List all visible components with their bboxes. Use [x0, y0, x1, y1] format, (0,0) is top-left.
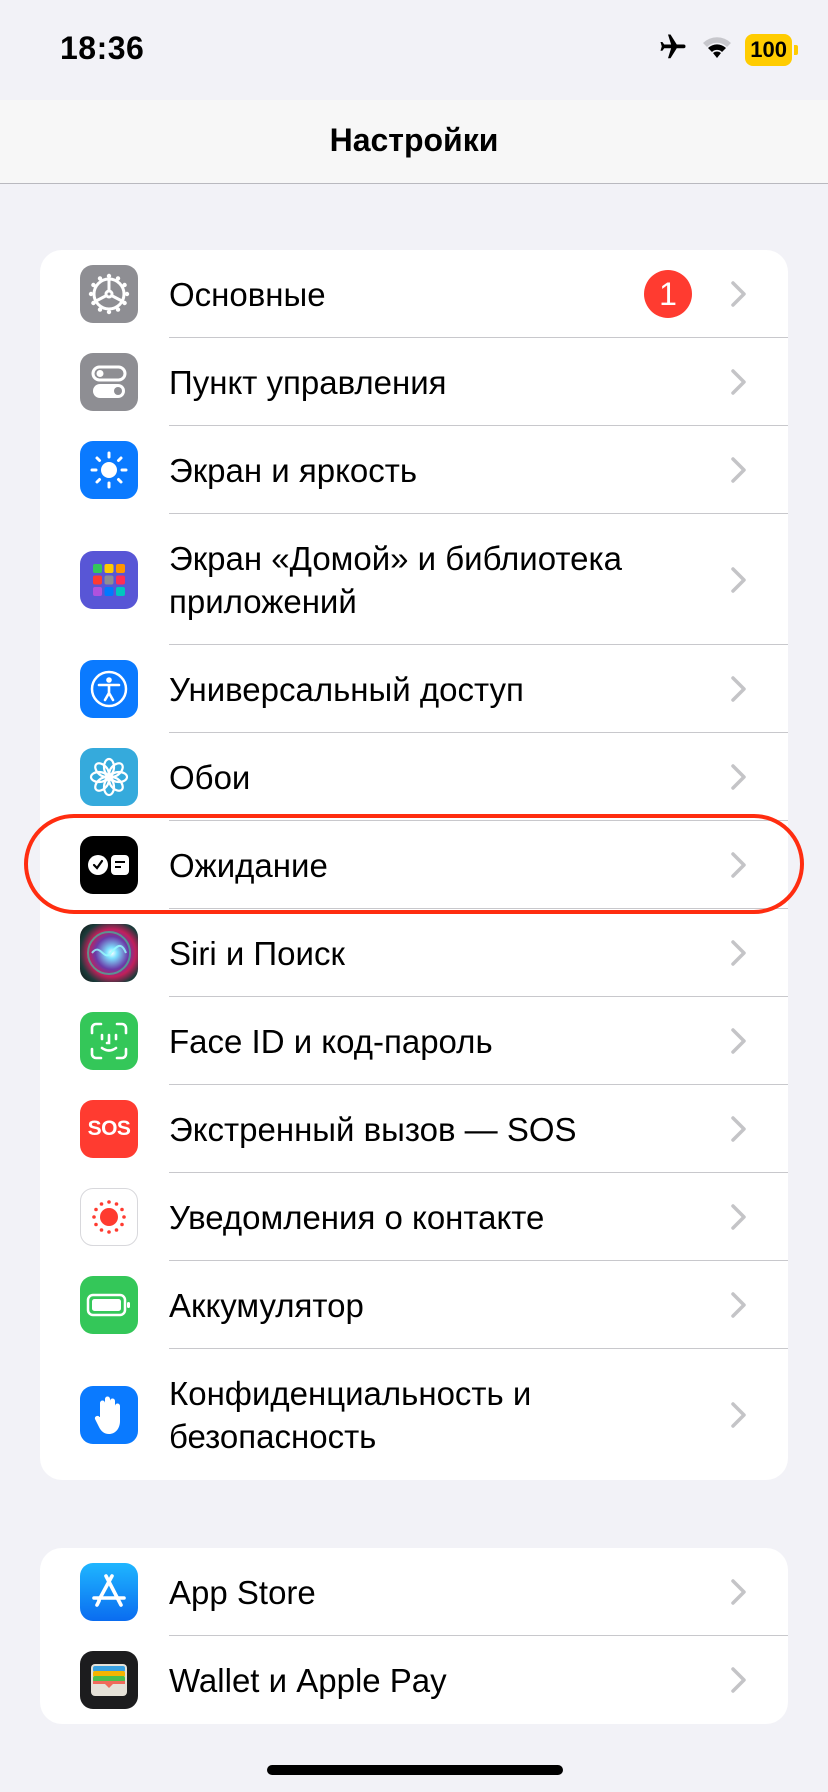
app-store-icon	[80, 1563, 138, 1621]
chevron-right-icon	[731, 764, 746, 790]
settings-row-accessibility[interactable]: Универсальный доступ	[40, 645, 788, 733]
settings-row-label: Экран «Домой» и библиотека приложений	[169, 539, 622, 620]
settings-row-label: Face ID и код-пароль	[169, 1022, 493, 1060]
settings-row-label: App Store	[169, 1573, 316, 1611]
navigation-bar: Настройки	[0, 100, 828, 184]
settings-row-siri[interactable]: Siri и Поиск	[40, 909, 788, 997]
chevron-right-icon	[731, 676, 746, 702]
chevron-right-icon	[731, 369, 746, 395]
chevron-right-icon	[731, 566, 746, 593]
status-icons: 100	[657, 32, 798, 67]
sun-icon	[80, 441, 138, 499]
status-time: 18:36	[60, 30, 145, 66]
settings-row-label: Обои	[169, 758, 251, 796]
settings-row-label: Уведомления о контакте	[169, 1198, 545, 1236]
flower-icon	[80, 748, 138, 806]
settings-row-label: Wallet и Apple Pay	[169, 1661, 447, 1699]
face-id-icon	[80, 1012, 138, 1070]
standby-icon	[80, 836, 138, 894]
chevron-right-icon	[731, 281, 746, 307]
battery-tip	[794, 44, 798, 55]
settings-row-label: Экстренный вызов — SOS	[169, 1110, 577, 1148]
settings-row-label: Аккумулятор	[169, 1286, 364, 1324]
exposure-icon	[80, 1188, 138, 1246]
settings-row-label: Основные	[169, 275, 326, 313]
wifi-icon	[701, 34, 733, 65]
status-bar: 18:36 100	[0, 0, 828, 100]
chevron-right-icon	[731, 1401, 746, 1428]
page-title: Настройки	[329, 122, 499, 158]
settings-row-face-id[interactable]: Face ID и код-пароль	[40, 997, 788, 1085]
settings-row-label: Пункт управления	[169, 363, 447, 401]
hand-icon	[80, 1385, 138, 1444]
settings-row-wallet[interactable]: Wallet и Apple Pay	[40, 1636, 788, 1724]
settings-group-main: Основные 1 Пункт управления Экран и ярко…	[40, 250, 788, 1480]
toggles-icon	[80, 353, 138, 411]
settings-row-display-brightness[interactable]: Экран и яркость	[40, 426, 788, 514]
settings-row-battery[interactable]: Аккумулятор	[40, 1261, 788, 1349]
settings-row-privacy-security[interactable]: Конфиденциальность и безопасность	[40, 1349, 788, 1480]
airplane-icon	[657, 32, 689, 67]
settings-row-label: Конфиденциальность и безопасность	[169, 1374, 532, 1455]
chevron-right-icon	[731, 1292, 746, 1318]
settings-row-label: Ожидание	[169, 846, 328, 884]
chevron-right-icon	[731, 1667, 746, 1693]
wallet-icon	[80, 1651, 138, 1709]
settings-row-label: Универсальный доступ	[169, 670, 524, 708]
home-indicator[interactable]	[267, 1765, 563, 1775]
settings-row-standby[interactable]: Ожидание	[40, 821, 788, 909]
settings-group-store: App Store Wallet и Apple Pay	[40, 1548, 788, 1724]
sos-icon: SOS	[80, 1100, 138, 1158]
chevron-right-icon	[731, 1204, 746, 1230]
settings-row-app-store[interactable]: App Store	[40, 1548, 788, 1636]
settings-row-home-screen[interactable]: Экран «Домой» и библиотека приложений	[40, 514, 788, 645]
settings-row-label: Siri и Поиск	[169, 934, 345, 972]
settings-row-label: Экран и яркость	[169, 451, 418, 489]
settings-row-emergency-sos[interactable]: SOS Экстренный вызов — SOS	[40, 1085, 788, 1173]
chevron-right-icon	[731, 1116, 746, 1142]
settings-row-wallpaper[interactable]: Обои	[40, 733, 788, 821]
settings-row-control-center[interactable]: Пункт управления	[40, 338, 788, 426]
app-grid-icon	[80, 550, 138, 609]
siri-icon	[80, 924, 138, 982]
gear-icon	[80, 265, 138, 323]
chevron-right-icon	[731, 457, 746, 483]
accessibility-icon	[80, 660, 138, 718]
battery-icon	[80, 1276, 138, 1334]
battery-level: 100	[745, 33, 792, 66]
chevron-right-icon	[731, 940, 746, 966]
chevron-right-icon	[731, 852, 746, 878]
chevron-right-icon	[731, 1579, 746, 1605]
settings-row-exposure-notifications[interactable]: Уведомления о контакте	[40, 1173, 788, 1261]
notification-badge: 1	[644, 270, 692, 318]
battery-indicator: 100	[745, 33, 798, 66]
settings-row-general[interactable]: Основные 1	[40, 250, 788, 338]
chevron-right-icon	[731, 1028, 746, 1054]
